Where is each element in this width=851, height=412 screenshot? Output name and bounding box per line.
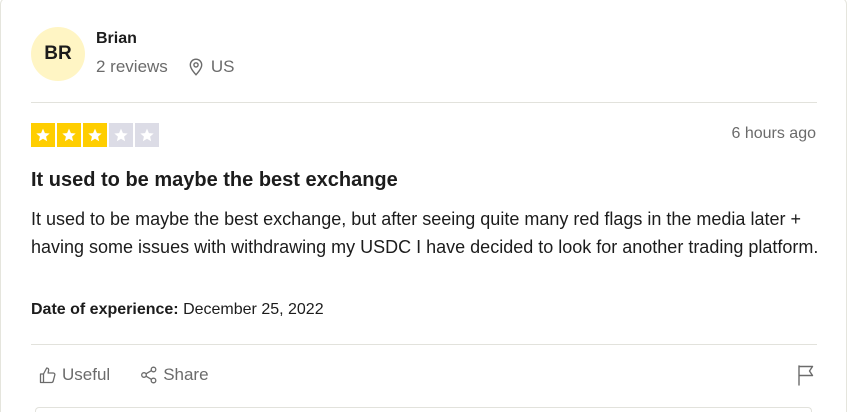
review-body: It used to be maybe the best exchange, b… — [31, 209, 819, 257]
report-flag-button[interactable] — [796, 364, 816, 391]
star-empty-icon — [135, 123, 159, 147]
country-label: US — [210, 57, 235, 76]
thumbs-up-icon — [39, 367, 56, 384]
useful-label: Useful — [62, 365, 111, 384]
star-icon — [31, 123, 55, 147]
date-of-experience-value: December 25, 2022 — [183, 301, 324, 318]
flag-icon — [798, 365, 814, 386]
share-label: Share — [163, 365, 209, 384]
star-rating — [31, 123, 159, 147]
useful-button[interactable]: Useful — [39, 365, 110, 385]
date-of-experience: Date of experience: December 25, 2022 — [31, 301, 324, 319]
star-empty-icon — [109, 123, 133, 147]
reviewer-location: US — [188, 57, 235, 77]
avatar[interactable]: BR — [31, 27, 85, 81]
share-button[interactable]: Share — [140, 365, 209, 385]
review-time: 6 hours ago — [731, 125, 816, 142]
review-card: BR Brian 2 reviews US 6 hours ago It use… — [0, 0, 847, 412]
star-icon — [83, 123, 107, 147]
reviewer-meta: 2 reviews US — [96, 57, 234, 77]
date-of-experience-label: Date of experience: — [31, 301, 179, 318]
header-divider — [31, 102, 817, 103]
share-icon — [141, 366, 157, 384]
footer-divider — [31, 344, 817, 345]
reviewer-name[interactable]: Brian — [96, 30, 137, 48]
review-actions: Useful Share — [39, 365, 209, 385]
reviews-count: 2 reviews — [96, 57, 168, 76]
next-card-edge — [35, 407, 812, 412]
review-title[interactable]: It used to be maybe the best exchange — [31, 169, 398, 192]
location-pin-icon — [189, 58, 203, 76]
star-icon — [57, 123, 81, 147]
